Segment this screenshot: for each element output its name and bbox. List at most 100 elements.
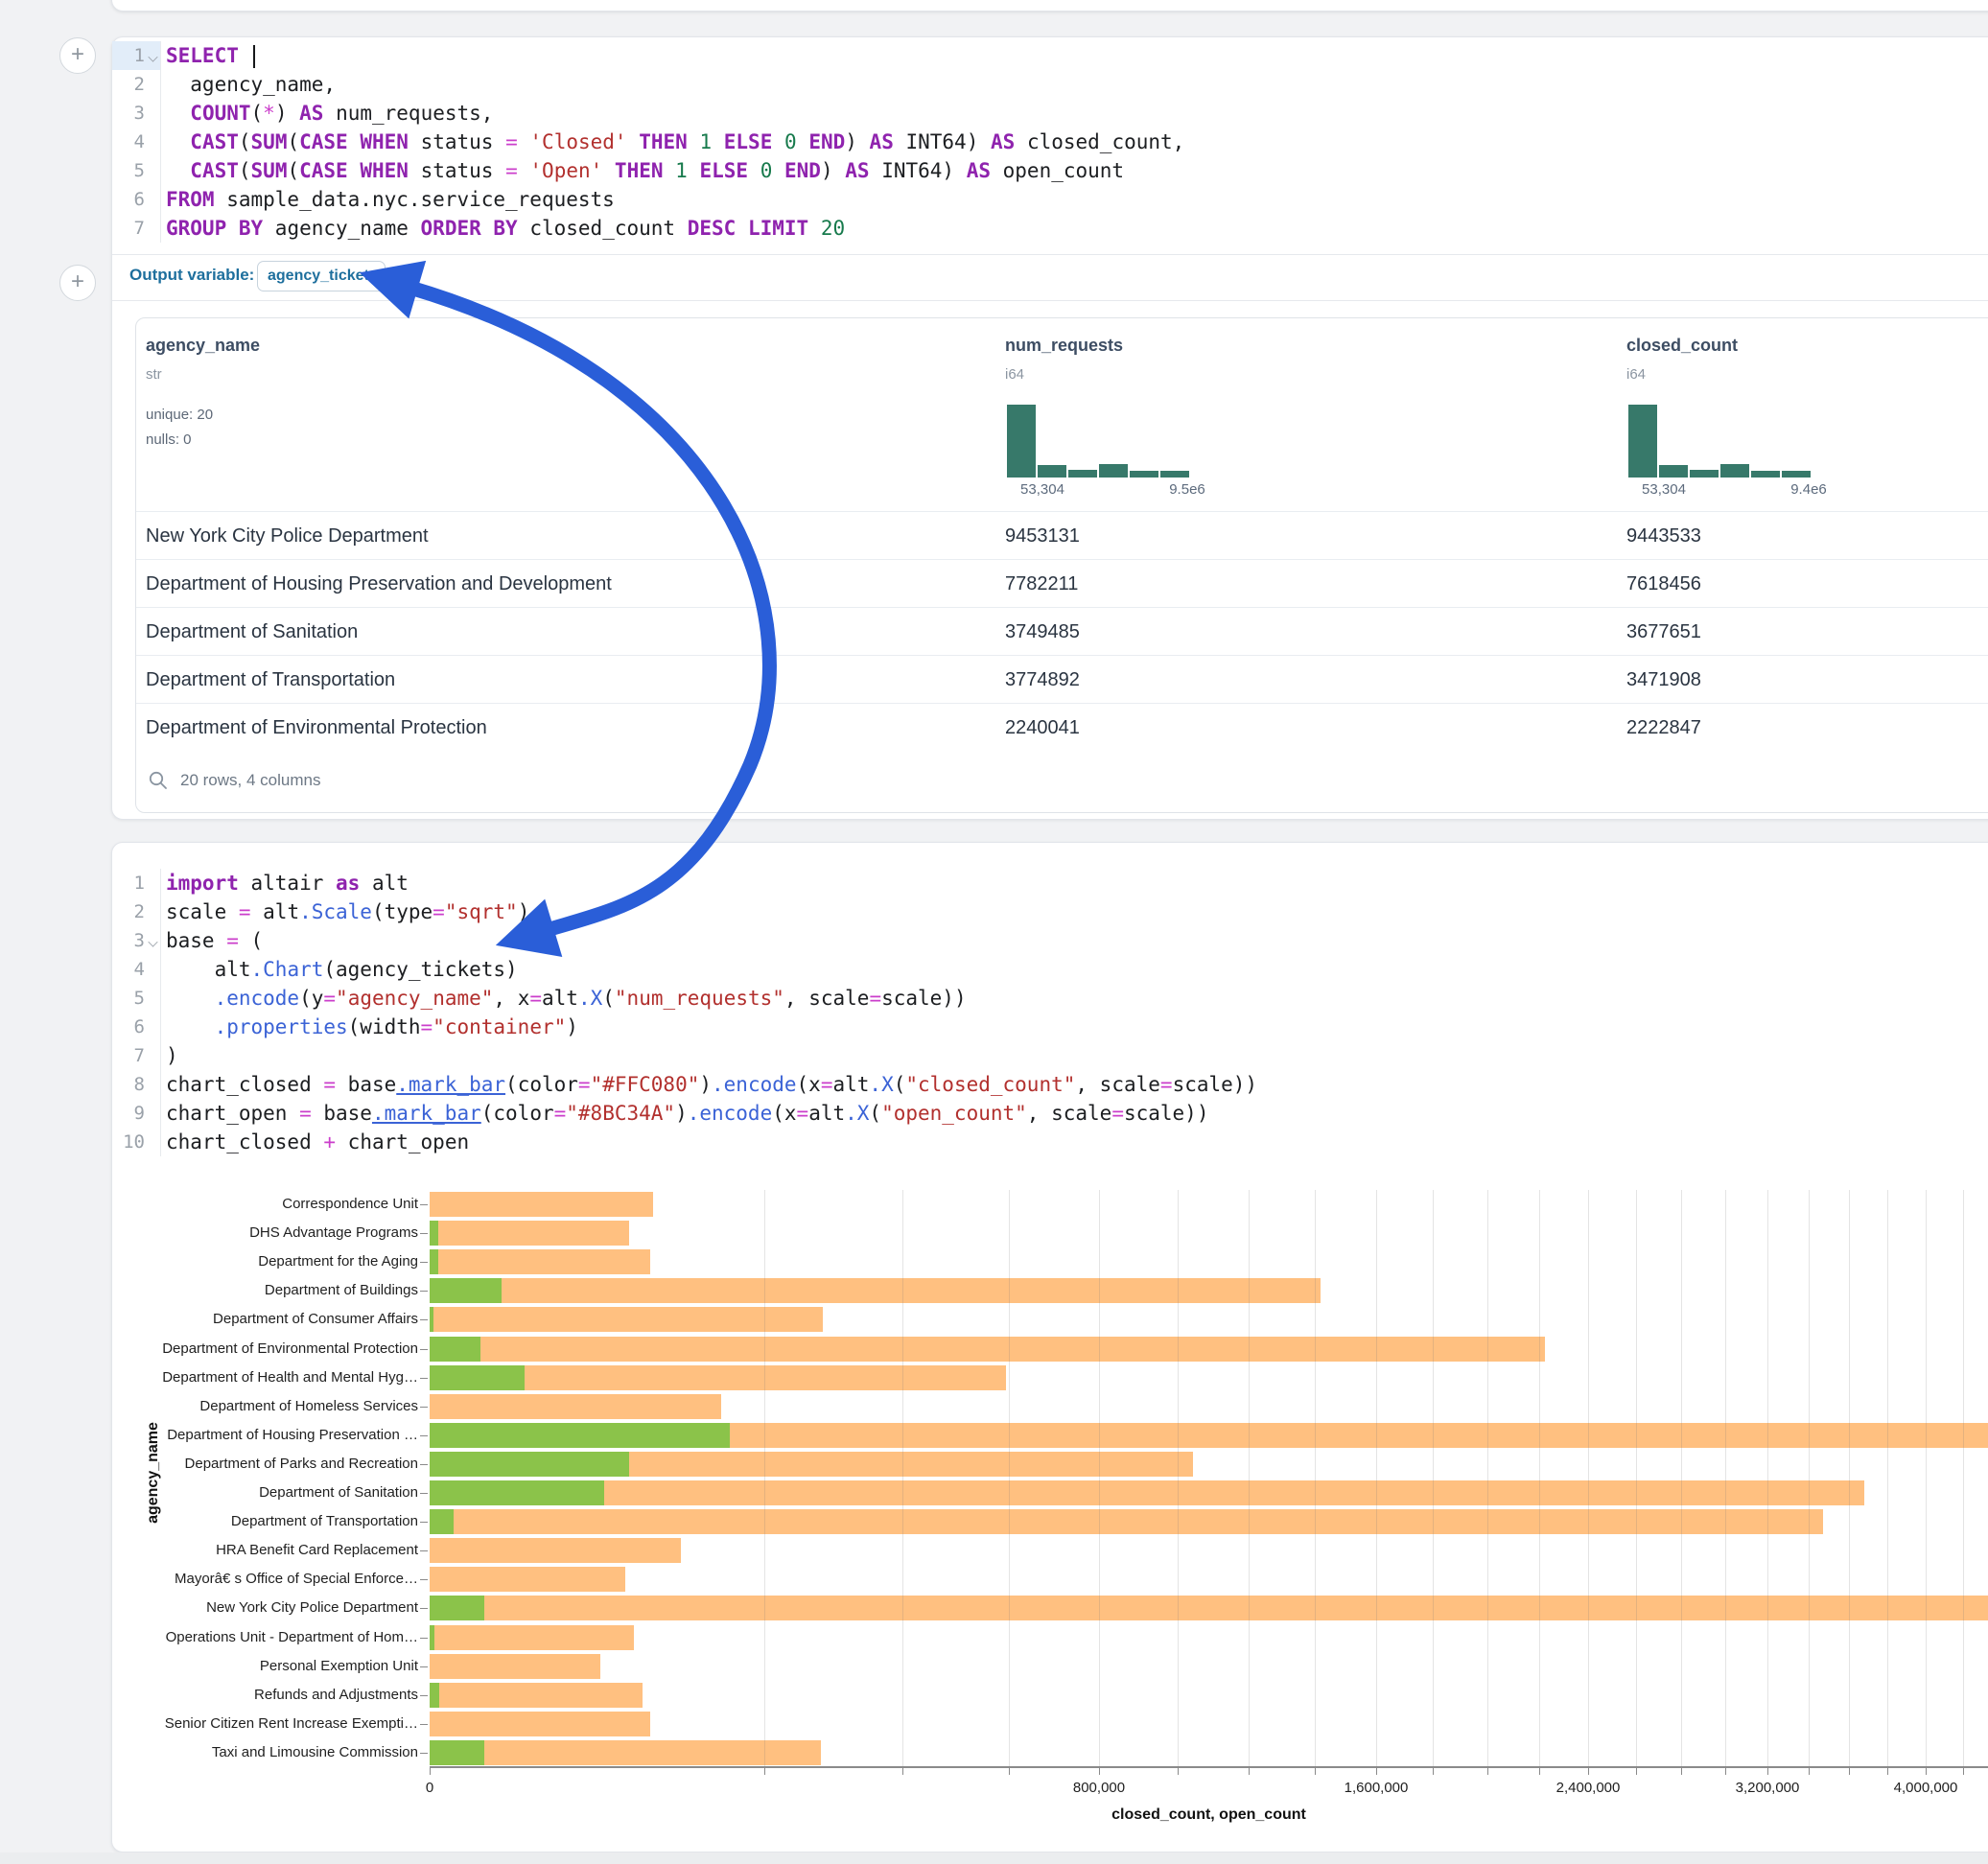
code-line: 1SELECT <box>112 41 1988 70</box>
notebook-page: + + 1SELECT 2 agency_name,3 COUNT(*) AS … <box>0 0 1988 1864</box>
table-cell: Department of Sanitation <box>146 608 358 656</box>
add-cell-button[interactable]: + <box>59 37 96 74</box>
column-histogram <box>1007 405 1189 478</box>
table-cell: 7618456 <box>1626 560 1701 608</box>
table-footer: 20 rows, 4 columns <box>136 751 1988 812</box>
code-line: 7) <box>112 1041 1988 1070</box>
column-histogram <box>1628 405 1811 478</box>
line-number: 1 <box>112 41 161 70</box>
line-number: 5 <box>112 156 161 185</box>
column-type: i64 <box>1005 366 1024 383</box>
line-number: 4 <box>112 955 161 984</box>
table-cell: 2240041 <box>1005 704 1080 752</box>
table-row-count: 20 rows, 4 columns <box>180 771 320 790</box>
table-row[interactable]: Department of Housing Preservation and D… <box>136 559 1988 608</box>
table-row[interactable]: Department of Sanitation 3749485 3677651 <box>136 607 1988 656</box>
line-number: 10 <box>112 1128 161 1156</box>
code-line: 9chart_open = base.mark_bar(color="#8BC3… <box>112 1099 1988 1128</box>
code-line: 3 COUNT(*) AS num_requests, <box>112 99 1988 128</box>
line-number: 3 <box>112 99 161 128</box>
code-line: 4 CAST(SUM(CASE WHEN status = 'Closed' T… <box>112 128 1988 156</box>
line-number: 4 <box>112 128 161 156</box>
histogram-bar <box>1099 464 1128 478</box>
column-type: str <box>146 366 162 383</box>
output-variable-label: Output variable: <box>129 266 254 285</box>
line-number: 8 <box>112 1070 161 1099</box>
table-cell: 9443533 <box>1626 512 1701 560</box>
code-line: 2scale = alt.Scale(type="sqrt") <box>112 897 1988 926</box>
code-line: 4 alt.Chart(agency_tickets) <box>112 955 1988 984</box>
code-line: 5 CAST(SUM(CASE WHEN status = 'Open' THE… <box>112 156 1988 185</box>
divider <box>112 300 1988 301</box>
code-line: 8chart_closed = base.mark_bar(color="#FF… <box>112 1070 1988 1099</box>
histogram-bar <box>1160 471 1189 478</box>
table-cell: 9453131 <box>1005 512 1080 560</box>
table-row[interactable]: Department of Transportation 3774892 34719… <box>136 655 1988 704</box>
line-number: 7 <box>112 1041 161 1070</box>
code-line: 5 .encode(y="agency_name", x=alt.X("num_… <box>112 984 1988 1013</box>
column-header[interactable]: closed_counti6453,3049.4e6 <box>1626 318 1988 511</box>
sql-cell: 1SELECT 2 agency_name,3 COUNT(*) AS num_… <box>111 36 1988 820</box>
histogram-min-label: 53,304 <box>1621 481 1707 498</box>
line-number: 6 <box>112 1013 161 1041</box>
code-line: 2 agency_name, <box>112 70 1988 99</box>
table-cell: 3774892 <box>1005 656 1080 704</box>
column-stat: unique: 20 <box>146 407 213 423</box>
add-cell-button[interactable]: + <box>59 265 96 301</box>
histogram-bar <box>1720 464 1749 478</box>
code-line: 6 .properties(width="container") <box>112 1013 1988 1041</box>
line-number: 9 <box>112 1099 161 1128</box>
histogram-bar <box>1038 465 1066 478</box>
table-cell: 3471908 <box>1626 656 1701 704</box>
column-name: closed_count <box>1626 336 1738 356</box>
column-name: agency_name <box>146 336 260 356</box>
output-variable-row: Output variable: agency_tickets <box>112 254 1988 300</box>
histogram-max-label: 9.4e6 <box>1766 481 1852 498</box>
previous-cell-edge <box>111 0 1988 12</box>
table-cell: 7782211 <box>1005 560 1078 608</box>
histogram-min-label: 53,304 <box>999 481 1086 498</box>
histogram-bar <box>1007 405 1036 478</box>
cell-gap <box>0 1852 1988 1864</box>
code-line: 7GROUP BY agency_name ORDER BY closed_co… <box>112 214 1988 243</box>
table-cell: Department of Transportation <box>146 656 395 704</box>
table-row[interactable]: Department of Environmental Protection 22… <box>136 703 1988 752</box>
table-cell: Department of Environmental Protection <box>146 704 487 752</box>
line-number: 1 <box>112 869 161 897</box>
histogram-bar <box>1782 471 1811 478</box>
python-cell: 1import altair as alt2scale = alt.Scale(… <box>111 842 1988 1852</box>
output-variable-input[interactable]: agency_tickets <box>257 261 386 291</box>
histogram-bar <box>1628 405 1657 478</box>
results-table: 20 rows, 4 columns agency_namestr unique:… <box>135 317 1988 813</box>
histogram-bar <box>1690 470 1719 478</box>
line-number: 2 <box>112 897 161 926</box>
line-number: 6 <box>112 185 161 214</box>
histogram-bar <box>1068 470 1097 478</box>
text-cursor <box>253 45 255 68</box>
code-line: 1import altair as alt <box>112 869 1988 897</box>
table-cell: 2222847 <box>1626 704 1701 752</box>
histogram-bar <box>1130 471 1158 478</box>
line-number: 5 <box>112 984 161 1013</box>
column-name: num_requests <box>1005 336 1123 356</box>
histogram-max-label: 9.5e6 <box>1144 481 1230 498</box>
search-icon[interactable] <box>148 770 169 791</box>
python-editor[interactable]: 1import altair as alt2scale = alt.Scale(… <box>112 869 1988 1156</box>
line-number: 3 <box>112 926 161 955</box>
sql-editor[interactable]: 1SELECT 2 agency_name,3 COUNT(*) AS num_… <box>112 41 1988 243</box>
code-line: 6FROM sample_data.nyc.service_requests <box>112 185 1988 214</box>
table-cell: 3677651 <box>1626 608 1701 656</box>
column-header[interactable]: num_requestsi6453,3049.5e6 <box>1005 318 1580 511</box>
column-header[interactable]: agency_namestr unique: 20 nulls: 0 <box>146 318 721 511</box>
table-row[interactable]: New York City Police Department 9453131 94… <box>136 511 1988 560</box>
table-cell: 3749485 <box>1005 608 1080 656</box>
code-line: 10chart_closed + chart_open <box>112 1128 1988 1156</box>
column-type: i64 <box>1626 366 1646 383</box>
code-line: 3base = ( <box>112 926 1988 955</box>
histogram-bar <box>1751 471 1780 478</box>
table-cell: New York City Police Department <box>146 512 429 560</box>
column-stat: nulls: 0 <box>146 431 192 448</box>
line-number: 7 <box>112 214 161 243</box>
line-number: 2 <box>112 70 161 99</box>
table-cell: Department of Housing Preservation and D… <box>146 560 612 608</box>
